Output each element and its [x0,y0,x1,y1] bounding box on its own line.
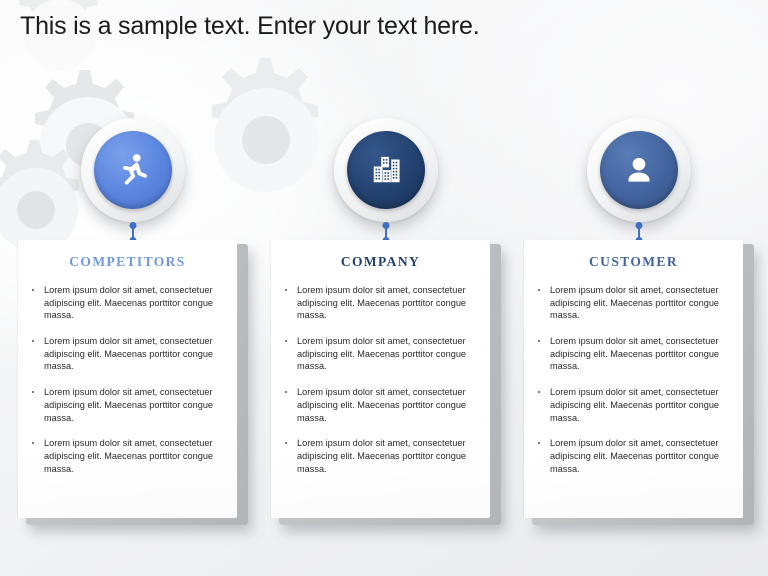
column-company: COMPANY Lorem ipsum dolor sit amet, cons… [261,0,511,576]
list-item: Lorem ipsum dolor sit amet, consectetuer… [279,437,478,475]
running-person-icon [123,154,148,185]
card-heading-customer: CUSTOMER [589,254,678,269]
badge-competitors[interactable] [81,118,185,222]
list-item: Lorem ipsum dolor sit amet, consectetuer… [532,335,731,373]
card-competitors[interactable]: COMPETITORS Lorem ipsum dolor sit amet, … [18,240,248,525]
city-buildings-icon [373,156,400,183]
list-item: Lorem ipsum dolor sit amet, consectetuer… [26,437,225,475]
card-heading-company: COMPANY [340,254,421,269]
bullet-list-competitors: Lorem ipsum dolor sit amet, consectetuer… [18,270,237,475]
card-face: COMPANY Lorem ipsum dolor sit amet, cons… [271,240,490,518]
list-item: Lorem ipsum dolor sit amet, consectetuer… [26,335,225,373]
list-item: Lorem ipsum dolor sit amet, consectetuer… [26,386,225,424]
person-user-icon [628,157,650,182]
list-item: Lorem ipsum dolor sit amet, consectetuer… [26,284,225,322]
connector-dot-top [382,222,390,229]
column-customer: CUSTOMER Lorem ipsum dolor sit amet, con… [514,0,764,576]
badge-inner-circle-competitors [94,131,172,209]
badge-inner-circle-customer [600,131,678,209]
card-face: COMPETITORS Lorem ipsum dolor sit amet, … [18,240,237,518]
list-item: Lorem ipsum dolor sit amet, consectetuer… [279,284,478,322]
list-item: Lorem ipsum dolor sit amet, consectetuer… [532,386,731,424]
bullet-list-company: Lorem ipsum dolor sit amet, consectetuer… [271,270,490,475]
slide-canvas: This is a sample text. Enter your text h… [0,0,768,576]
list-item: Lorem ipsum dolor sit amet, consectetuer… [532,284,731,322]
list-item: Lorem ipsum dolor sit amet, consectetuer… [279,386,478,424]
badge-company[interactable] [334,118,438,222]
card-company[interactable]: COMPANY Lorem ipsum dolor sit amet, cons… [271,240,501,525]
card-customer[interactable]: CUSTOMER Lorem ipsum dolor sit amet, con… [524,240,754,525]
card-face: CUSTOMER Lorem ipsum dolor sit amet, con… [524,240,743,518]
column-competitors: COMPETITORS Lorem ipsum dolor sit amet, … [8,0,258,576]
list-item: Lorem ipsum dolor sit amet, consectetuer… [532,437,731,475]
connector-dot-top [635,222,643,229]
connector-dot-top [129,222,137,229]
badge-inner-circle-company [347,131,425,209]
card-heading-competitors: COMPETITORS [69,254,186,269]
bullet-list-customer: Lorem ipsum dolor sit amet, consectetuer… [524,270,743,475]
badge-customer[interactable] [587,118,691,222]
list-item: Lorem ipsum dolor sit amet, consectetuer… [279,335,478,373]
